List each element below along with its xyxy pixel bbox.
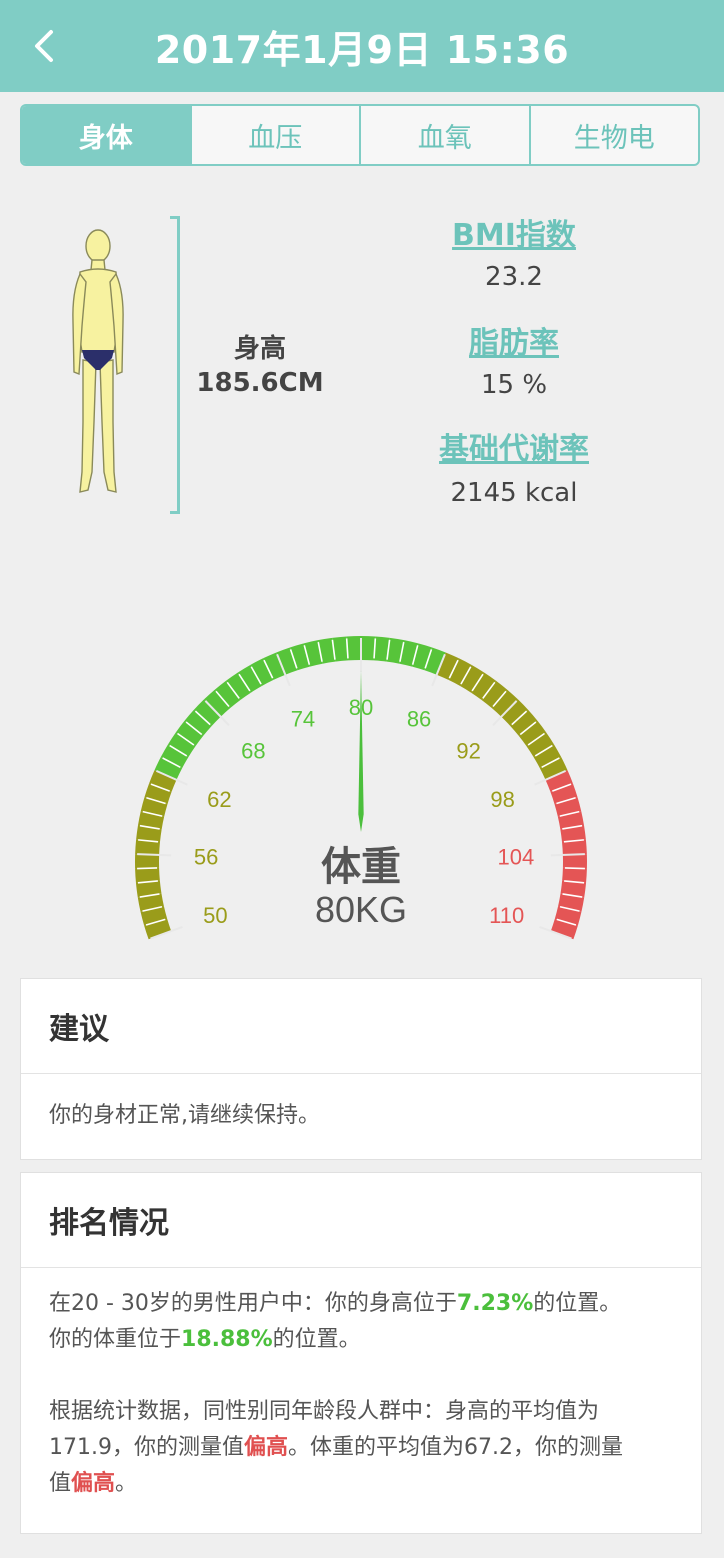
gauge-segment xyxy=(361,636,376,661)
gauge-tick-label: 74 xyxy=(291,706,315,731)
body-fat-value: 15 % xyxy=(480,370,548,400)
gauge-segment xyxy=(135,854,160,869)
gauge-tick-label: 92 xyxy=(456,739,480,764)
bmr-link[interactable]: 基础代谢率 xyxy=(384,424,644,468)
bmi-value: 23.2 xyxy=(485,262,543,292)
gauge-tick-label: 104 xyxy=(498,845,535,870)
tab-blood-pressure[interactable]: 血压 xyxy=(189,106,360,164)
bmr-value: 2145 kcal xyxy=(450,478,578,508)
ranking-card: 排名情况 在20 - 30岁的男性用户中：你的身高位于7.23%的位置。 你的体… xyxy=(20,1172,702,1534)
weight-gauge: 505662687480869298104110 体重 80KG xyxy=(135,636,587,940)
ranking-text: 在20 - 30岁的男性用户中：你的身高位于7.23%的位置。 你的体重位于18… xyxy=(21,1268,701,1502)
ranking-line-4: 171.9，你的测量值偏高。体重的平均值为67.2，你的测量 xyxy=(49,1435,623,1460)
height-label: 身高 xyxy=(233,334,286,364)
gauge-tick-label: 56 xyxy=(194,845,218,870)
gauge-tick-label: 86 xyxy=(407,706,431,731)
ranking-line-3: 根据统计数据，同性别同年龄段人群中：身高的平均值为 xyxy=(49,1399,600,1424)
advice-card: 建议 你的身材正常,请继续保持。 xyxy=(20,978,702,1160)
tab-bar: 身体 血压 血氧 生物电 xyxy=(20,104,700,166)
ranking-line-1: 在20 - 30岁的男性用户中：你的身高位于7.23%的位置。 xyxy=(49,1291,622,1316)
gauge-tick-label: 68 xyxy=(241,739,265,764)
ranking-line-2: 你的体重位于18.88%的位置。 xyxy=(49,1327,361,1352)
gauge-tick-label: 62 xyxy=(207,787,231,812)
gauge-tick xyxy=(550,853,585,857)
gauge-value: 80KG xyxy=(315,889,407,930)
top-bar: 2017年1月9日 15:36 xyxy=(0,0,724,92)
height-percentile: 7.23% xyxy=(456,1291,534,1316)
weight-percentile: 18.88% xyxy=(181,1327,273,1352)
gauge-label: 体重 xyxy=(321,845,401,889)
page-title: 2017年1月9日 15:36 xyxy=(154,27,570,72)
height-status: 偏高 xyxy=(243,1435,288,1460)
gauge-tick xyxy=(564,867,585,870)
gauge-segment xyxy=(346,636,361,661)
body-fat-link[interactable]: 脂肪率 xyxy=(384,318,644,362)
gauge-tick-label: 50 xyxy=(203,903,227,928)
weight-status: 偏高 xyxy=(71,1471,116,1496)
height-bracket xyxy=(170,216,180,514)
tab-bioelectric[interactable]: 生物电 xyxy=(528,106,699,164)
gauge-tick-label: 110 xyxy=(489,903,524,928)
body-figure-icon xyxy=(72,229,124,493)
gauge-tick xyxy=(137,853,172,857)
tab-body[interactable]: 身体 xyxy=(22,106,190,164)
gauge-segment xyxy=(562,854,587,869)
ranking-title: 排名情况 xyxy=(21,1173,701,1268)
advice-text: 你的身材正常,请继续保持。 xyxy=(49,1103,320,1128)
height-value: 185.6CM xyxy=(196,368,324,398)
tab-blood-oxygen[interactable]: 血氧 xyxy=(359,106,529,164)
gauge-tick xyxy=(137,867,158,870)
gauge-tick-label: 98 xyxy=(490,787,514,812)
bmi-link[interactable]: BMI指数 xyxy=(384,210,644,254)
advice-title: 建议 xyxy=(21,979,701,1074)
ranking-line-5: 值偏高。 xyxy=(49,1471,138,1496)
